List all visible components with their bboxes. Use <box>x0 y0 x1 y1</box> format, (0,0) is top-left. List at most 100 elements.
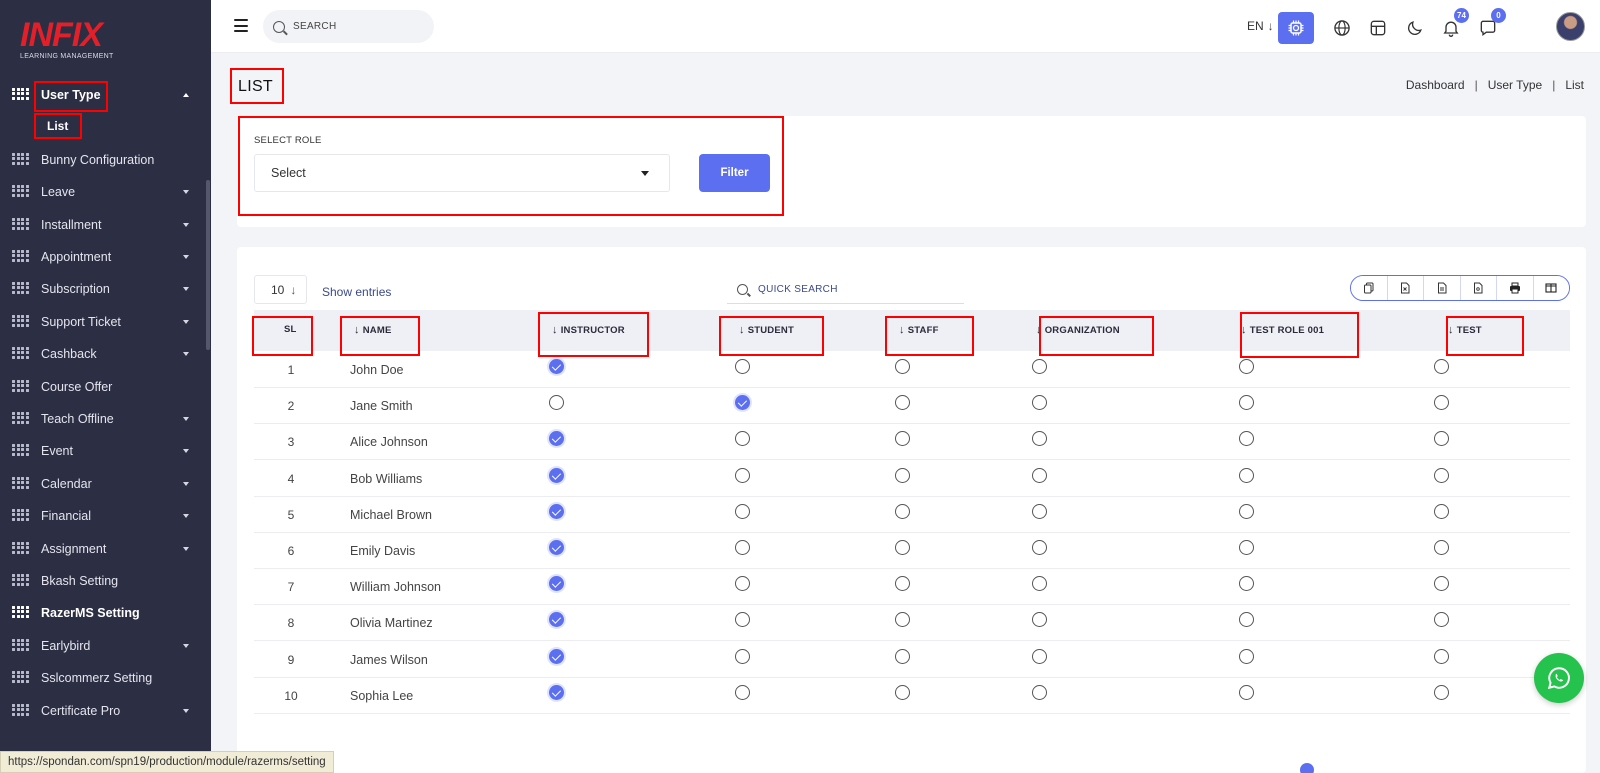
sidebar-item-support-ticket[interactable]: Support Ticket <box>0 305 206 338</box>
sidebar-item-financial[interactable]: Financial <box>0 499 206 532</box>
role-radio-instructor[interactable] <box>549 540 564 555</box>
role-radio-instructor[interactable] <box>549 649 564 664</box>
sidebar-item-course-offer[interactable]: Course Offer <box>0 370 206 403</box>
role-radio-student[interactable] <box>735 540 750 555</box>
sidebar-item-cashback[interactable]: Cashback <box>0 337 206 370</box>
role-radio-staff[interactable] <box>895 576 910 591</box>
entries-select[interactable]: 10 ↓ <box>254 275 307 304</box>
role-radio-staff[interactable] <box>895 431 910 446</box>
whatsapp-button[interactable] <box>1534 653 1584 703</box>
role-radio-test[interactable] <box>1434 395 1449 410</box>
sidebar-item-bkash-setting[interactable]: Bkash Setting <box>0 564 206 597</box>
sidebar-item-leave[interactable]: Leave <box>0 175 206 208</box>
role-radio-student[interactable] <box>735 395 750 410</box>
breadcrumb-dashboard[interactable]: Dashboard <box>1406 78 1465 92</box>
role-radio-test-role-001[interactable] <box>1239 468 1254 483</box>
dark-mode-toggle[interactable] <box>1397 12 1433 44</box>
notifications-button[interactable]: 74 <box>1433 8 1469 44</box>
brand-logo[interactable]: INFIX LEARNING MANAGEMENT <box>20 18 114 60</box>
role-radio-test-role-001[interactable] <box>1239 685 1254 700</box>
role-radio-test[interactable] <box>1434 685 1449 700</box>
quick-search-input[interactable] <box>758 283 948 295</box>
role-radio-organization[interactable] <box>1032 649 1047 664</box>
role-radio-staff[interactable] <box>895 612 910 627</box>
sidebar-item-bunny-configuration[interactable]: Bunny Configuration <box>0 143 206 176</box>
role-radio-organization[interactable] <box>1032 359 1047 374</box>
sidebar-item-calendar[interactable]: Calendar <box>0 467 206 500</box>
sidebar-item-earlybird[interactable]: Earlybird <box>0 629 206 662</box>
sidebar-item-event[interactable]: Event <box>0 434 206 467</box>
print-button[interactable] <box>1497 276 1534 300</box>
role-radio-student[interactable] <box>735 685 750 700</box>
sidebar-item-sslcommerz-setting[interactable]: Sslcommerz Setting <box>0 661 206 694</box>
role-radio-organization[interactable] <box>1032 540 1047 555</box>
sidebar-item-installment[interactable]: Installment <box>0 208 206 241</box>
pagination-current[interactable] <box>1300 763 1314 773</box>
cpu-button[interactable] <box>1278 12 1314 44</box>
role-radio-test[interactable] <box>1434 431 1449 446</box>
sidebar-scrollbar[interactable] <box>206 180 210 350</box>
sidebar-item-appointment[interactable]: Appointment <box>0 240 206 273</box>
layout-button[interactable] <box>1360 12 1396 44</box>
csv-button[interactable] <box>1424 276 1461 300</box>
role-radio-test-role-001[interactable] <box>1239 504 1254 519</box>
role-radio-test-role-001[interactable] <box>1239 649 1254 664</box>
role-radio-test-role-001[interactable] <box>1239 359 1254 374</box>
sidebar-item-subscription[interactable]: Subscription <box>0 272 206 305</box>
menu-icon[interactable] <box>234 19 248 36</box>
role-radio-student[interactable] <box>735 576 750 591</box>
role-radio-test[interactable] <box>1434 576 1449 591</box>
avatar[interactable] <box>1556 12 1585 41</box>
role-radio-staff[interactable] <box>895 395 910 410</box>
role-radio-test-role-001[interactable] <box>1239 540 1254 555</box>
role-radio-instructor[interactable] <box>549 395 564 410</box>
role-radio-test[interactable] <box>1434 540 1449 555</box>
messages-button[interactable]: 0 <box>1470 8 1506 44</box>
copy-button[interactable] <box>1351 276 1388 300</box>
sidebar-item-assignment[interactable]: Assignment <box>0 532 206 565</box>
sidebar-item-razerms-setting[interactable]: RazerMS Setting <box>0 596 206 629</box>
role-radio-instructor[interactable] <box>549 468 564 483</box>
role-radio-instructor[interactable] <box>549 431 564 446</box>
role-radio-staff[interactable] <box>895 540 910 555</box>
role-radio-test[interactable] <box>1434 468 1449 483</box>
role-radio-organization[interactable] <box>1032 504 1047 519</box>
role-radio-student[interactable] <box>735 612 750 627</box>
role-radio-test[interactable] <box>1434 612 1449 627</box>
role-radio-test[interactable] <box>1434 504 1449 519</box>
role-radio-organization[interactable] <box>1032 395 1047 410</box>
pdf-button[interactable] <box>1460 276 1497 300</box>
role-radio-instructor[interactable] <box>549 612 564 627</box>
role-radio-staff[interactable] <box>895 649 910 664</box>
role-radio-test-role-001[interactable] <box>1239 395 1254 410</box>
role-radio-organization[interactable] <box>1032 576 1047 591</box>
role-radio-staff[interactable] <box>895 504 910 519</box>
quick-search[interactable] <box>727 275 964 304</box>
role-radio-organization[interactable] <box>1032 612 1047 627</box>
role-radio-student[interactable] <box>735 431 750 446</box>
role-radio-student[interactable] <box>735 468 750 483</box>
role-radio-test-role-001[interactable] <box>1239 431 1254 446</box>
role-radio-staff[interactable] <box>895 685 910 700</box>
sidebar-item-certificate-pro[interactable]: Certificate Pro <box>0 694 206 727</box>
search-input[interactable] <box>293 21 423 32</box>
role-radio-instructor[interactable] <box>549 685 564 700</box>
role-radio-instructor[interactable] <box>549 576 564 591</box>
role-radio-student[interactable] <box>735 649 750 664</box>
breadcrumb-user-type[interactable]: User Type <box>1488 78 1542 92</box>
role-radio-organization[interactable] <box>1032 431 1047 446</box>
role-radio-test-role-001[interactable] <box>1239 612 1254 627</box>
excel-button[interactable] <box>1387 276 1424 300</box>
role-radio-test[interactable] <box>1434 359 1449 374</box>
role-radio-instructor[interactable] <box>549 504 564 519</box>
website-button[interactable] <box>1324 12 1360 44</box>
role-radio-test-role-001[interactable] <box>1239 576 1254 591</box>
global-search[interactable] <box>263 10 434 43</box>
role-radio-instructor[interactable] <box>549 359 564 374</box>
language-selector[interactable]: EN ↓ <box>1247 19 1274 33</box>
role-radio-student[interactable] <box>735 504 750 519</box>
role-radio-test[interactable] <box>1434 649 1449 664</box>
columns-button[interactable] <box>1533 276 1569 300</box>
role-radio-staff[interactable] <box>895 359 910 374</box>
role-radio-organization[interactable] <box>1032 685 1047 700</box>
